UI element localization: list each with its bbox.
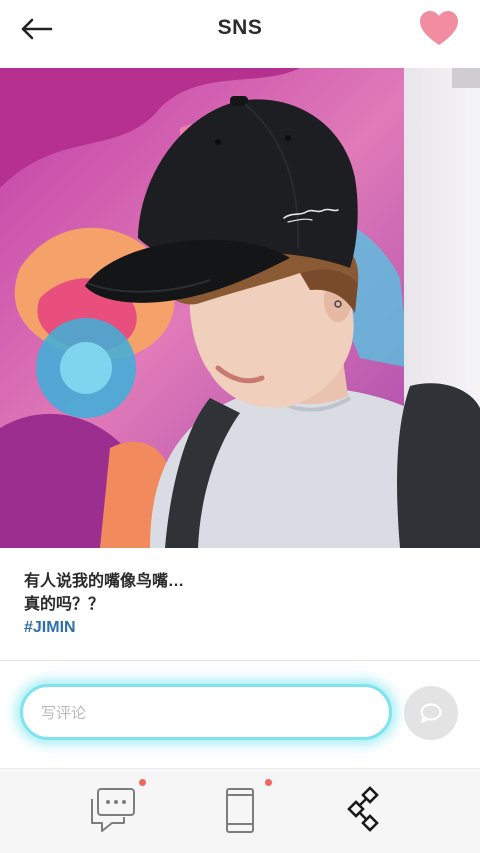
heart-icon	[420, 11, 458, 45]
nav-item-messages[interactable]	[84, 779, 146, 839]
share-network-icon	[347, 786, 379, 832]
page-title: SNS	[217, 16, 263, 39]
bottom-nav	[0, 769, 480, 853]
post-image	[0, 68, 480, 548]
comment-input[interactable]	[41, 700, 371, 726]
nav-item-share[interactable]	[336, 783, 396, 839]
post-caption: 有人说我的嘴像鸟嘴… 真的吗？？ #JIMIN	[24, 570, 454, 639]
comment-box	[20, 684, 392, 740]
post-photo[interactable]	[0, 68, 480, 548]
notification-dot	[139, 779, 146, 786]
caption-line-2: 真的吗？？	[24, 596, 105, 613]
chat-bubble-icon	[420, 703, 442, 724]
divider	[0, 660, 480, 661]
favorite-button[interactable]	[418, 10, 460, 48]
message-icon	[91, 788, 135, 832]
app-header: SNS	[0, 0, 480, 62]
nav-item-phone[interactable]	[210, 779, 272, 839]
send-comment-button[interactable]	[404, 686, 458, 740]
phone-icon	[226, 788, 254, 833]
notification-dot	[265, 779, 272, 786]
hashtag-link[interactable]: #JIMIN	[24, 616, 454, 639]
caption-line-1: 有人说我的嘴像鸟嘴…	[24, 573, 185, 590]
